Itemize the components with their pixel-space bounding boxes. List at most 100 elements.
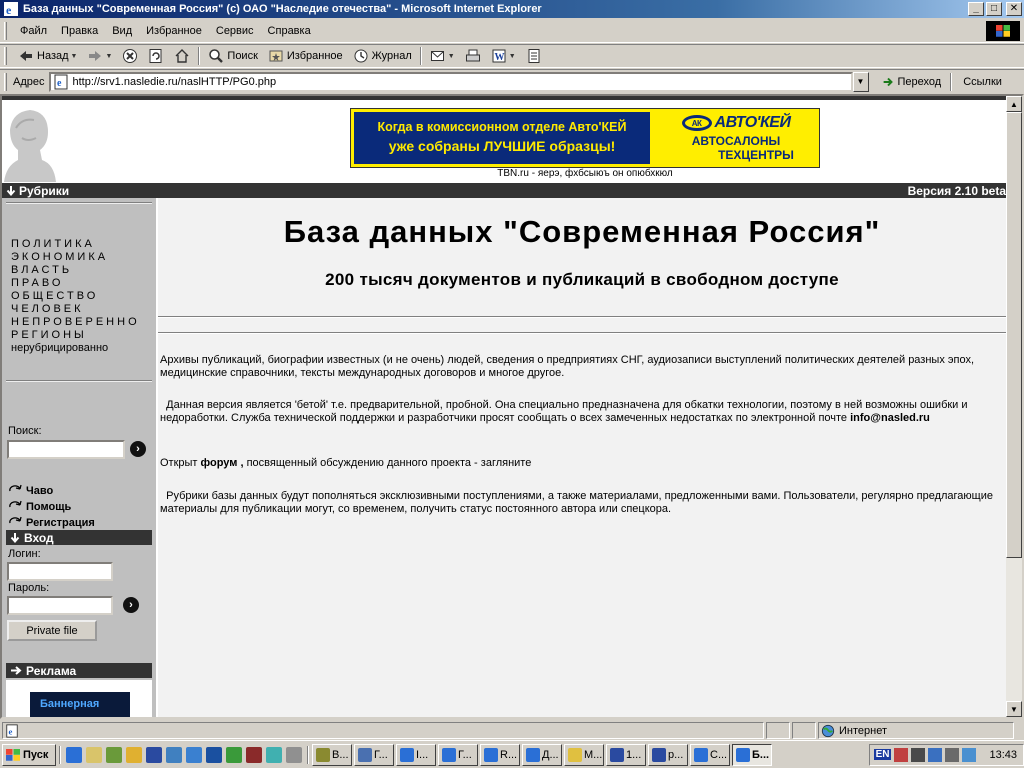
category-law[interactable]: ПРАВО — [11, 277, 140, 290]
search-button[interactable]: Поиск — [203, 45, 262, 67]
maximize-button[interactable]: □ — [986, 2, 1002, 16]
forward-button[interactable]: ▼ — [82, 45, 117, 67]
menu-view[interactable]: Вид — [105, 23, 139, 39]
history-icon — [354, 49, 368, 63]
minimize-button[interactable]: _ — [968, 2, 984, 16]
category-uncategorized[interactable]: нерубрицированно — [11, 342, 140, 355]
menu-favorites[interactable]: Избранное — [139, 23, 209, 39]
address-dropdown-button[interactable]: ▼ — [852, 71, 869, 92]
edit-button[interactable]: W ▼ — [486, 45, 521, 67]
task-icon — [568, 747, 582, 762]
discuss-button[interactable] — [521, 45, 547, 67]
register-link[interactable]: Регистрация — [8, 516, 95, 529]
category-society[interactable]: ОБЩЕСТВО — [11, 290, 140, 303]
scroll-up-button[interactable]: ▲ — [1006, 96, 1022, 112]
forum-post: посвященный обсуждению данного проекта -… — [243, 457, 532, 469]
taskbar-task-active[interactable]: Б... — [732, 743, 772, 766]
taskbar-task[interactable]: В... — [312, 743, 352, 766]
category-power[interactable]: ВЛАСТЬ — [11, 264, 140, 277]
connection-tray-icon[interactable] — [945, 747, 960, 762]
edit-dropdown-icon[interactable]: ▼ — [509, 53, 516, 60]
taskbar-task[interactable]: 1... — [606, 743, 646, 766]
app-quicklaunch-icon[interactable] — [106, 746, 122, 763]
language-indicator[interactable]: EN — [873, 749, 892, 760]
back-button[interactable]: Назад ▼ — [13, 45, 82, 67]
address-input[interactable]: e http://srv1.nasledie.ru/naslHTTP/PG0.p… — [48, 71, 853, 92]
login-go-icon[interactable]: › — [123, 597, 139, 613]
refresh-button[interactable] — [143, 45, 169, 67]
printer-tray-icon[interactable] — [911, 747, 926, 762]
notepad-quicklaunch-icon[interactable] — [86, 746, 102, 763]
toolbar-grip[interactable] — [4, 72, 7, 91]
menu-file[interactable]: Файл — [13, 23, 54, 39]
scroll-thumb[interactable] — [1006, 112, 1022, 558]
category-regions[interactable]: РЕГИОНЫ — [11, 329, 140, 342]
vertical-scrollbar[interactable]: ▲ ▼ — [1006, 96, 1022, 717]
search-input[interactable] — [7, 440, 125, 459]
category-unverified[interactable]: НЕПРОВЕРЕННО — [11, 316, 140, 329]
game-quicklaunch-icon[interactable] — [226, 746, 242, 763]
taskbar-task[interactable]: I... — [396, 743, 436, 766]
help-link[interactable]: Помощь — [8, 500, 71, 513]
close-button[interactable]: ✕ — [1006, 2, 1022, 16]
category-person[interactable]: ЧЕЛОВЕК — [11, 303, 140, 316]
taskbar-task[interactable]: Г... — [354, 743, 394, 766]
mail-dropdown-icon[interactable]: ▼ — [448, 53, 455, 60]
category-politics[interactable]: ПОЛИТИКА — [11, 238, 140, 251]
windows-flag-icon — [6, 748, 20, 761]
tbn-link[interactable]: TBN.ru - яерэ, фхбсыюъ он опюбхкюл — [350, 168, 820, 179]
scroll-down-button[interactable]: ▼ — [1006, 701, 1022, 717]
arrow-down-icon — [10, 533, 20, 543]
status-bar: e Интернет — [0, 721, 1024, 740]
back-dropdown-icon[interactable]: ▼ — [71, 53, 78, 60]
private-file-button[interactable]: Private file — [7, 620, 97, 641]
banner-ad[interactable]: Баннерная — [30, 692, 130, 717]
task-icon — [442, 747, 456, 762]
menu-help[interactable]: Справка — [261, 23, 318, 39]
print-button[interactable] — [460, 45, 486, 67]
network-quicklaunch-icon[interactable] — [166, 746, 182, 763]
support-email-link[interactable]: info@nasled.ru — [850, 412, 930, 424]
go-button[interactable]: Переход — [875, 75, 948, 89]
book-quicklaunch-icon[interactable] — [206, 746, 222, 763]
password-input[interactable] — [7, 596, 113, 615]
home-button[interactable] — [169, 45, 195, 67]
login-input[interactable] — [7, 562, 113, 581]
category-economy[interactable]: ЭКОНОМИКА — [11, 251, 140, 264]
start-button[interactable]: Пуск — [2, 743, 56, 766]
stop-button[interactable] — [117, 45, 143, 67]
media-quicklaunch-icon[interactable] — [246, 746, 262, 763]
history-button[interactable]: Журнал — [348, 45, 417, 67]
desktop-quicklaunch-icon[interactable] — [286, 746, 302, 763]
mail-button[interactable]: ▼ — [425, 45, 460, 67]
taskbar-task[interactable]: р... — [648, 743, 688, 766]
clock[interactable]: 13:43 — [989, 749, 1017, 761]
cycle-arrows-icon — [9, 500, 22, 508]
search-go-icon[interactable]: › — [130, 441, 146, 457]
taskbar-task[interactable]: С... — [690, 743, 730, 766]
faq-link[interactable]: Чаво — [8, 484, 53, 497]
menu-edit[interactable]: Правка — [54, 23, 105, 39]
links-button[interactable]: Ссылки — [959, 76, 1006, 88]
tool-quicklaunch-icon[interactable] — [266, 746, 282, 763]
forum-link[interactable]: форум , — [201, 457, 244, 469]
toolbar-grip[interactable] — [4, 21, 7, 40]
banner-brand-block: АК АВТО'КЕЙ АВТОСАЛОНЫ ТЕХЦЕНТРЫ — [653, 109, 819, 167]
toolbar-grip[interactable] — [4, 47, 7, 65]
task-icon — [652, 747, 666, 762]
volume-tray-icon[interactable] — [962, 747, 977, 762]
antivirus-tray-icon[interactable] — [894, 747, 909, 762]
network-tray-icon[interactable] — [928, 747, 943, 762]
word-quicklaunch-icon[interactable] — [146, 746, 162, 763]
menu-tools[interactable]: Сервис — [209, 23, 261, 39]
taskbar-task[interactable]: R... — [480, 743, 520, 766]
taskbar-task[interactable]: Г... — [438, 743, 478, 766]
taskbar-task[interactable]: Д... — [522, 743, 562, 766]
search-quicklaunch-icon[interactable] — [126, 746, 142, 763]
autokey-ad-banner[interactable]: Когда в комиссионном отделе Авто'КЕЙ уже… — [350, 108, 820, 168]
document-quicklaunch-icon[interactable] — [186, 746, 202, 763]
ie-quicklaunch-icon[interactable] — [66, 746, 82, 763]
taskbar-task[interactable]: М... — [564, 743, 604, 766]
forward-dropdown-icon[interactable]: ▼ — [105, 53, 112, 60]
favorites-button[interactable]: Избранное — [263, 45, 348, 67]
